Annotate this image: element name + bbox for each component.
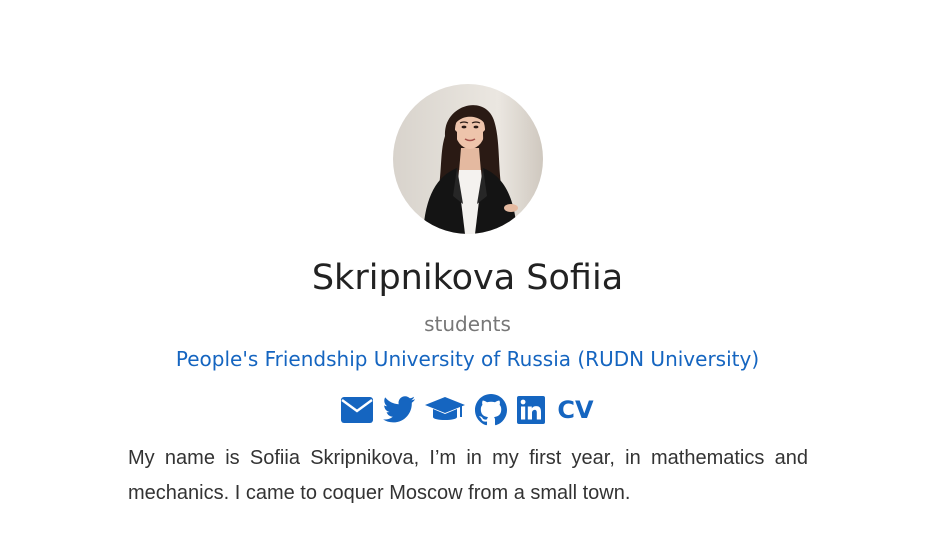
github-icon — [475, 394, 508, 426]
profile-name: Skripnikova Sofiia — [311, 258, 624, 298]
linkedin-link[interactable] — [517, 392, 546, 428]
avatar-photo — [393, 84, 543, 234]
organization-link[interactable]: People's Friendship University of Russia… — [0, 345, 930, 373]
cv-link[interactable]: CV — [557, 392, 593, 428]
twitter-link[interactable] — [383, 392, 416, 428]
twitter-icon — [383, 396, 416, 423]
profile-card: Skripnikova Sofiia students People's Fri… — [0, 0, 930, 539]
profile-role: students — [424, 312, 511, 336]
envelope-icon — [341, 397, 374, 423]
linkedin-icon — [517, 396, 546, 424]
email-link[interactable] — [341, 392, 374, 428]
avatar — [393, 84, 543, 234]
bio-text: My name is Sofiia Skripnikova, I’m in my… — [128, 447, 808, 504]
scholar-link[interactable] — [425, 392, 466, 428]
github-link[interactable] — [475, 392, 508, 428]
graduation-cap-icon — [425, 397, 466, 420]
social-links: CV — [0, 390, 930, 430]
cv-icon: CV — [557, 396, 594, 424]
